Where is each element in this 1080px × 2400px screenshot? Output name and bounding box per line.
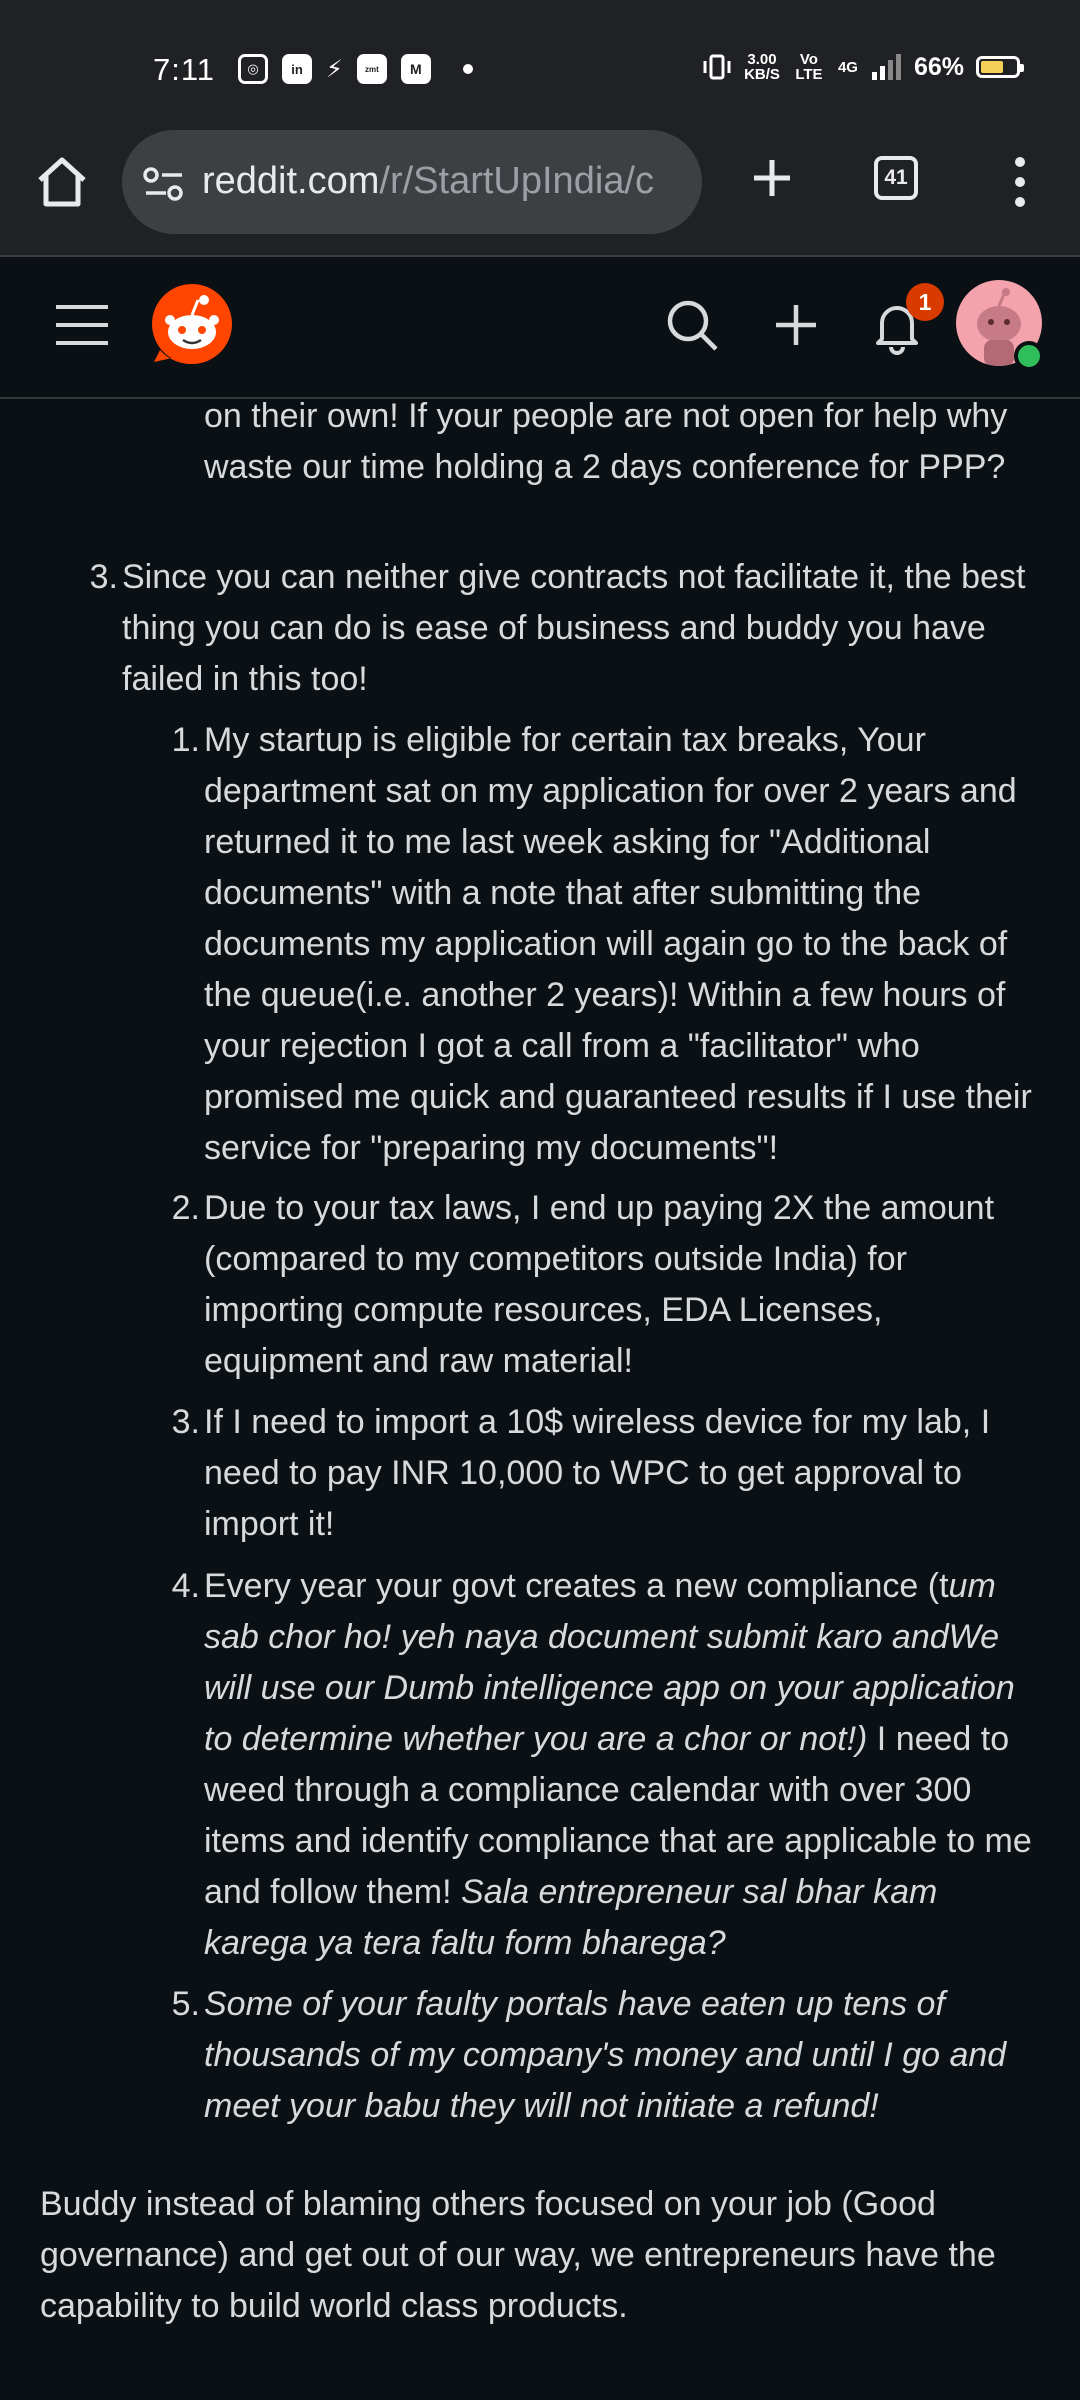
site-settings-icon[interactable]: [142, 166, 186, 202]
reddit-header: 1: [0, 257, 1080, 399]
vibrate-icon: [703, 54, 731, 80]
volte-indicator: Vo LTE: [795, 51, 823, 83]
more-notifications-dot: [462, 64, 473, 74]
data-speed: 3.00 KB/S: [744, 51, 780, 83]
sub-list-number: 3.: [171, 1403, 200, 1441]
status-bar: 7:11 ◎ in ⚡ zmt M 3.00 KB/S Vo LTE 4G 66…: [0, 0, 1080, 140]
list-number: 3.: [89, 558, 118, 596]
battery-percent: 66%: [913, 52, 964, 81]
sub-list-number: 5.: [171, 1985, 200, 2023]
sub-list-item: If I need to import a 10$ wireless devic…: [204, 1403, 991, 1543]
instagram-icon: ◎: [238, 54, 268, 84]
myntra-icon: M: [400, 54, 431, 84]
url-host: reddit.com: [202, 160, 380, 202]
network-type: 4G: [837, 58, 858, 76]
comment-body: on their own! If your people are not ope…: [0, 397, 1080, 2400]
status-time: 7:11: [153, 52, 216, 87]
browser-toolbar: reddit.com/r/StartUpIndia/c 41: [0, 120, 1080, 257]
tab-switcher-button[interactable]: 41: [874, 156, 918, 200]
sub-list-item: My startup is eligible for certain tax b…: [204, 721, 1032, 1167]
search-icon[interactable]: [662, 295, 722, 355]
signal-icon: [871, 54, 901, 80]
zomato-icon: zmt: [356, 54, 387, 84]
comment-fragment: on their own! If your people are not ope…: [204, 397, 1008, 486]
menu-icon[interactable]: [52, 301, 112, 349]
italic-segment: Some of your faulty portals have eaten u…: [204, 1985, 1007, 2125]
more-options-icon[interactable]: [1000, 154, 1040, 210]
reddit-logo-icon[interactable]: [150, 282, 234, 366]
sub-list-item: Some of your faulty portals have eaten u…: [204, 1979, 1044, 2132]
battery-icon: [976, 56, 1024, 78]
closing-paragraph: Buddy instead of blaming others focused …: [40, 2185, 996, 2325]
sub-list-item: Every year your govt creates a new compl…: [204, 1561, 1044, 1969]
flash-icon: ⚡: [326, 55, 343, 83]
linkedin-icon: in: [282, 54, 312, 84]
sub-list-item: Due to your tax laws, I end up paying 2X…: [204, 1189, 995, 1380]
sub-list-number: 4.: [171, 1567, 200, 1605]
online-status-dot: [1014, 341, 1044, 371]
notification-icons: ◎ in ⚡ zmt M: [238, 54, 473, 84]
sub-list-number: 1.: [171, 721, 200, 759]
text-segment: Every year your govt creates a new compl…: [204, 1567, 949, 1605]
status-right: 3.00 KB/S Vo LTE 4G 66%: [702, 51, 1024, 83]
address-bar[interactable]: reddit.com/r/StartUpIndia/c: [122, 130, 702, 234]
sub-list-number: 2.: [171, 1189, 200, 1227]
url-path: /r/StartUpIndia/c: [379, 160, 654, 202]
home-icon[interactable]: [30, 150, 94, 214]
new-tab-icon[interactable]: [740, 146, 804, 210]
notification-badge: 1: [906, 283, 944, 321]
create-post-icon[interactable]: [766, 295, 826, 355]
url-text[interactable]: reddit.com/r/StartUpIndia/c: [202, 160, 654, 203]
list-item: Since you can neither give contracts not…: [122, 558, 1026, 698]
